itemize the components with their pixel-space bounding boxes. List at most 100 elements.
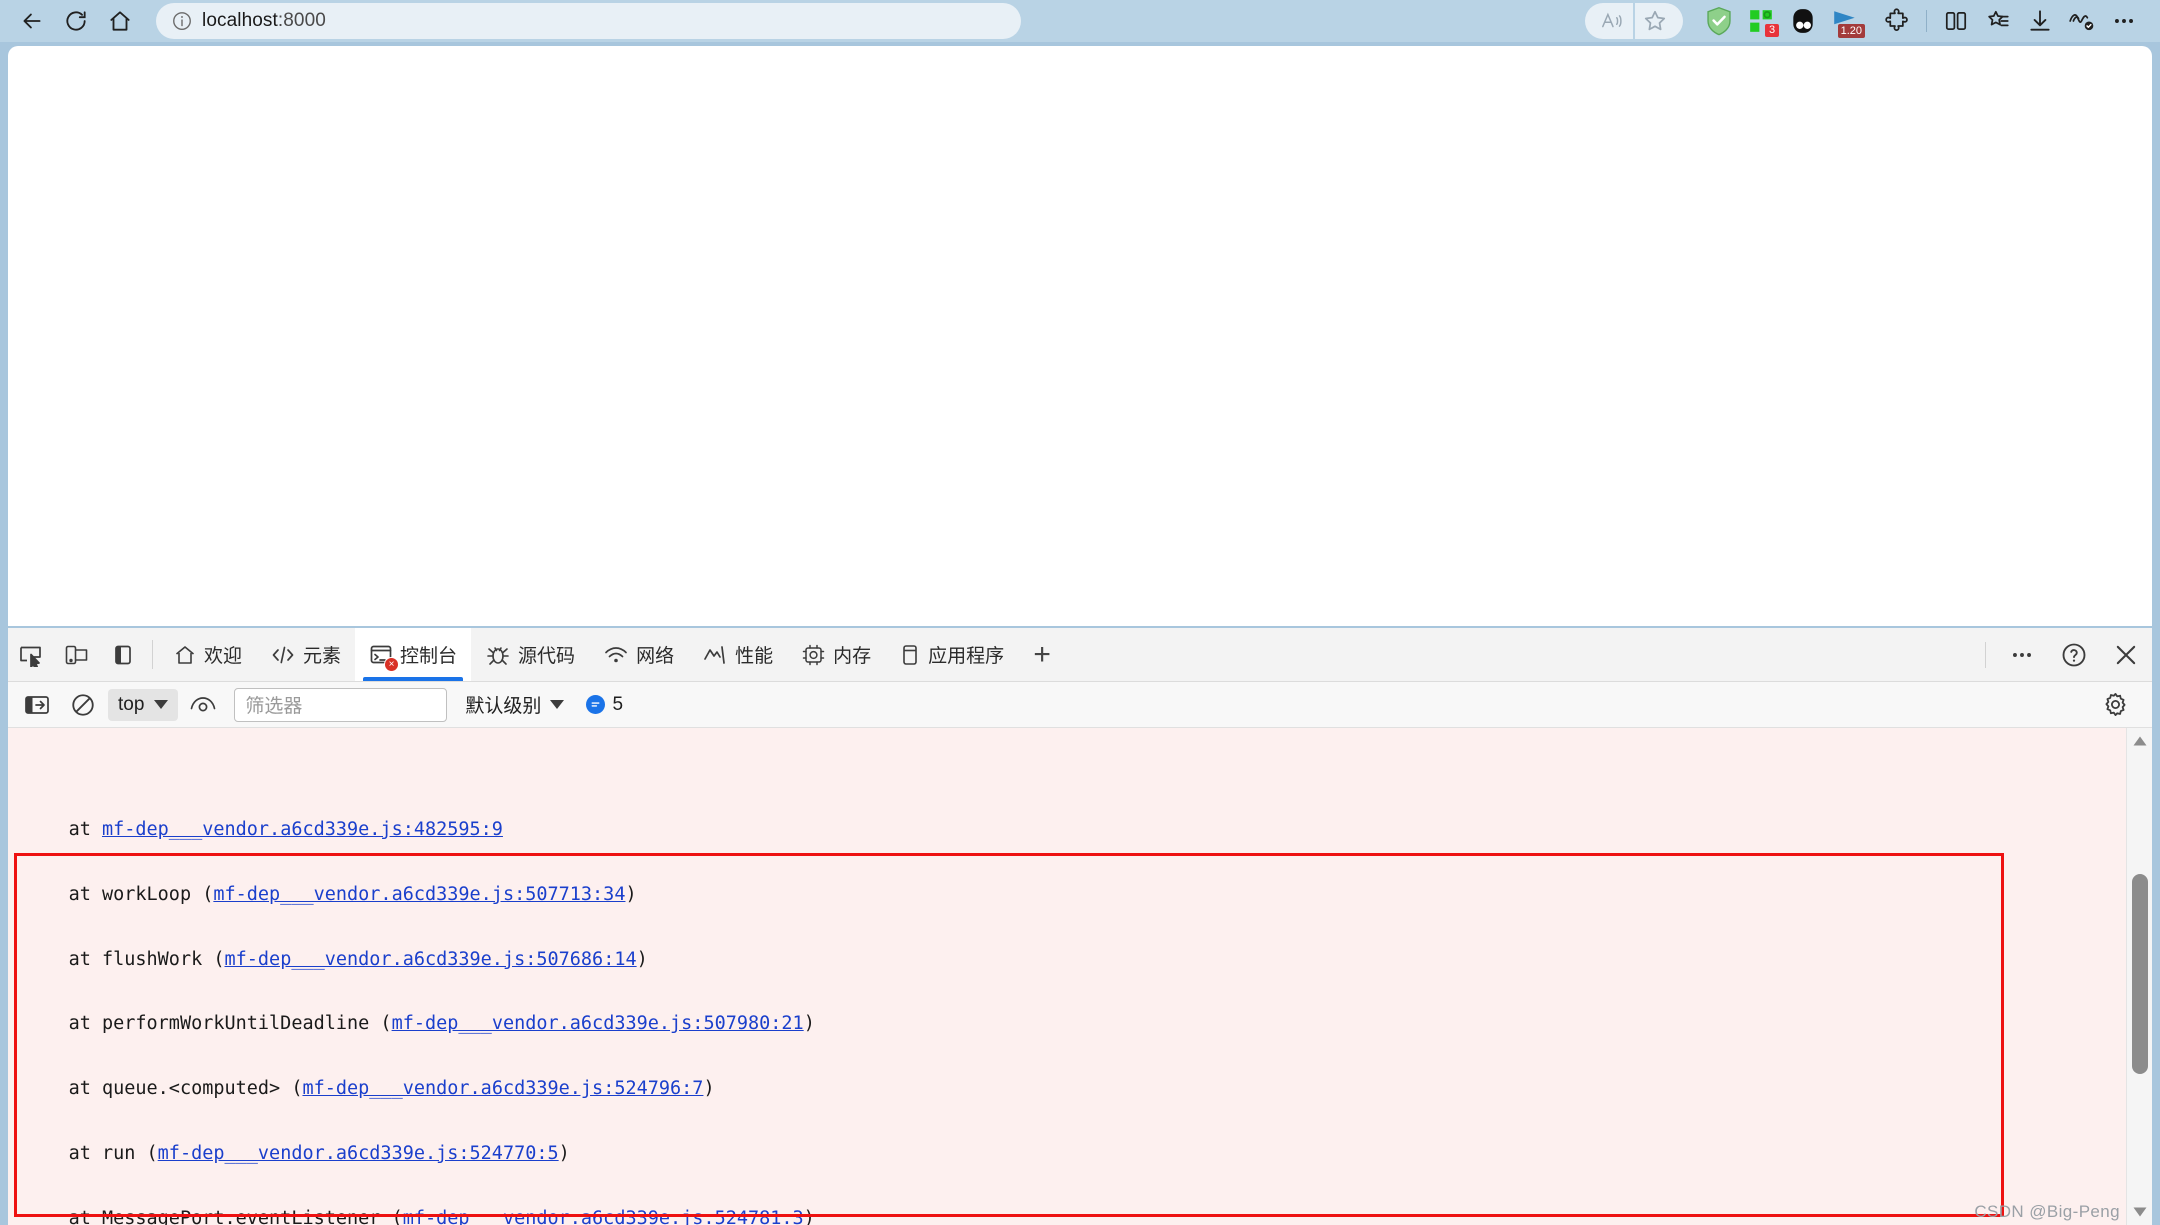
downloads-icon	[2030, 10, 2050, 31]
split-screen-button[interactable]	[1936, 3, 1976, 39]
page-viewport[interactable]	[8, 46, 2152, 626]
bug-icon	[485, 643, 511, 667]
home-icon	[110, 11, 130, 31]
browser-essentials-button[interactable]	[2062, 3, 2102, 39]
browser-actions: 3 1.20	[1585, 3, 2150, 39]
adguard-button[interactable]	[1699, 3, 1739, 39]
extensions-button[interactable]	[1877, 3, 1917, 39]
info-circle-icon[interactable]	[170, 9, 194, 33]
tab-performance-label: 性能	[735, 646, 774, 667]
console-filter-input[interactable]: 筛选器	[234, 687, 448, 722]
chevron-down-icon	[550, 700, 565, 709]
downloads-button[interactable]	[2020, 3, 2060, 39]
reload-button[interactable]	[54, 3, 98, 39]
dock-side-button[interactable]	[100, 628, 146, 681]
error-highlight-annotation	[14, 853, 2004, 1217]
device-toggle-icon	[65, 645, 88, 664]
application-icon	[899, 643, 921, 667]
close-icon	[2116, 645, 2136, 664]
read-aloud-button[interactable]	[1585, 3, 1633, 39]
tab-elements-label: 元素	[303, 646, 342, 667]
cursor-box-icon	[20, 646, 41, 667]
tab-sources[interactable]: 源代码	[471, 628, 589, 681]
address-bar[interactable]: localhost:8000	[156, 3, 1021, 39]
toolbar-divider	[1926, 10, 1927, 32]
browser-toolbar: localhost:8000 3 1.20	[0, 0, 2160, 42]
ellipsis-icon	[2115, 19, 2133, 23]
address-bar-text: localhost:8000	[202, 10, 326, 31]
back-button[interactable]	[10, 3, 54, 39]
video-speed-badge: 1.20	[1837, 24, 1865, 38]
log-level-selector[interactable]: 默认级别	[465, 691, 565, 718]
tab-welcome[interactable]: 欢迎	[159, 628, 256, 681]
console-messages-area[interactable]: at mf-dep___vendor.a6cd339e.js:482595:9 …	[8, 728, 2152, 1225]
message-stripe	[8, 728, 10, 1225]
scroll-up-button[interactable]	[2127, 728, 2153, 754]
read-aloud-icon	[1602, 12, 1622, 28]
memory-chip-icon	[801, 643, 826, 667]
home-button[interactable]	[98, 3, 142, 39]
live-expression-button[interactable]	[180, 685, 226, 725]
scrollbar-track[interactable]	[2127, 754, 2152, 1199]
tab-memory-label: 内存	[833, 646, 872, 667]
adguard-shield-icon	[1707, 6, 1731, 36]
tabbar-divider	[152, 640, 153, 669]
tabbar-right-divider	[1985, 641, 1986, 668]
add-panel-button[interactable]: +	[1018, 628, 1066, 681]
help-button[interactable]	[2048, 628, 2100, 682]
extensions-puzzle-icon	[1885, 8, 1908, 31]
collections-button[interactable]	[1978, 3, 2018, 39]
browser-more-button[interactable]	[2104, 3, 2144, 39]
devtools-tabbar: 欢迎 元素 × 控制台 源代码 网络 性能 内存 应用程序 +	[8, 628, 2152, 682]
tab-network[interactable]: 网络	[589, 628, 688, 681]
dock-panel-icon	[115, 645, 131, 664]
extension-panda-icon	[1793, 9, 1813, 33]
chat-bubble-icon	[586, 695, 606, 714]
device-toolbar-button[interactable]	[54, 628, 100, 681]
close-devtools-button[interactable]	[2100, 628, 2152, 682]
console-message-count[interactable]: 5	[586, 694, 623, 716]
eye-icon	[191, 696, 216, 711]
question-circle-icon	[2062, 643, 2086, 666]
reload-icon	[66, 11, 86, 31]
scroll-down-button[interactable]	[2127, 1199, 2153, 1225]
extension-panda-button[interactable]	[1783, 3, 1823, 39]
sidebar-show-icon	[25, 695, 49, 714]
extension-grid-badge: 3	[1765, 24, 1779, 37]
arrow-left-icon	[23, 13, 41, 29]
tab-elements[interactable]: 元素	[256, 628, 355, 681]
chevron-down-icon	[154, 700, 169, 709]
tab-performance[interactable]: 性能	[688, 628, 787, 681]
console-sidebar-button[interactable]	[14, 685, 60, 725]
extension-grid-button[interactable]: 3	[1741, 3, 1781, 39]
clear-no-entry-icon	[72, 693, 94, 716]
log-level-value: 默认级别	[465, 696, 542, 717]
add-favorite-button[interactable]	[1635, 3, 1683, 39]
inspect-element-button[interactable]	[8, 628, 54, 681]
js-context-value: top	[118, 693, 145, 715]
console-vertical-scrollbar[interactable]	[2126, 728, 2152, 1225]
console-line: at mf-dep___vendor.a6cd339e.js:482595:9	[24, 818, 503, 840]
clear-console-button[interactable]	[60, 685, 106, 725]
favorite-star-icon	[1644, 10, 1666, 31]
browser-essentials-icon	[2069, 14, 2094, 31]
tab-console[interactable]: × 控制台	[355, 628, 472, 681]
split-screen-icon	[1945, 12, 1967, 30]
tab-memory[interactable]: 内存	[787, 628, 885, 681]
home-icon	[173, 643, 197, 667]
console-toolbar-actions	[2092, 685, 2146, 725]
console-error-badge: ×	[384, 656, 400, 672]
console-toolbar: top 筛选器 默认级别 5	[8, 682, 2152, 728]
triangle-down-icon	[2133, 1207, 2146, 1217]
devtools-tabbar-actions	[1975, 628, 2152, 681]
tab-welcome-label: 欢迎	[204, 646, 243, 667]
console-settings-button[interactable]	[2092, 685, 2138, 725]
js-context-selector[interactable]: top	[108, 688, 179, 721]
wifi-icon	[603, 643, 629, 667]
tab-application[interactable]: 应用程序	[885, 628, 1018, 681]
tab-sources-label: 源代码	[518, 646, 576, 667]
more-tools-button[interactable]	[1996, 628, 2048, 682]
source-link[interactable]: mf-dep___vendor.a6cd339e.js:482595:9	[102, 819, 503, 840]
scrollbar-thumb[interactable]	[2132, 874, 2148, 1074]
video-speed-button[interactable]: 1.20	[1825, 3, 1865, 39]
